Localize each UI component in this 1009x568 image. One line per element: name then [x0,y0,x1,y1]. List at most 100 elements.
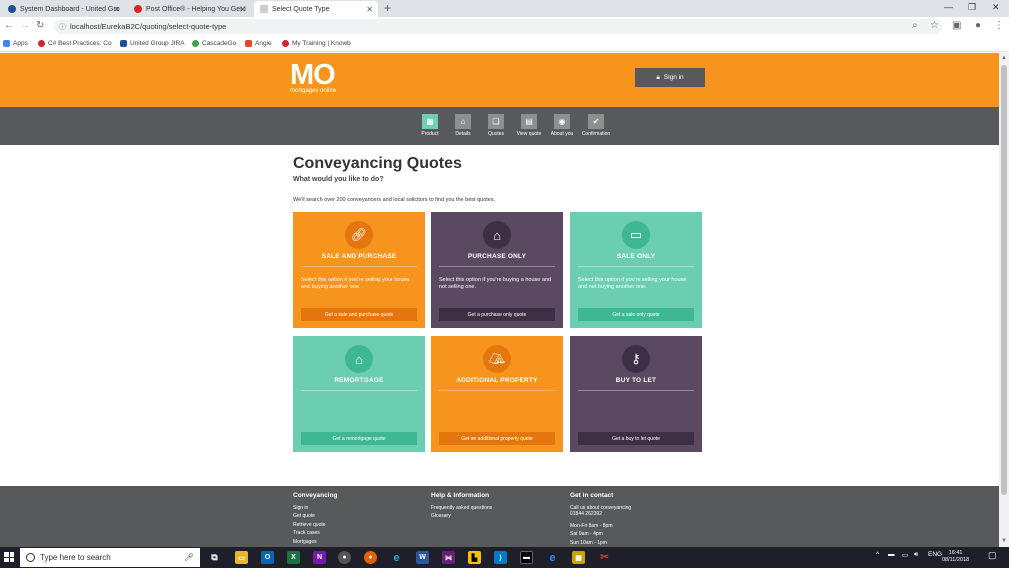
outlook-icon[interactable]: O [261,551,274,564]
language-indicator[interactable]: ENG [928,551,942,558]
bookmark-item[interactable]: CascadeGo [192,40,236,47]
site-logo[interactable]: MO mortgages online [290,61,336,95]
taskbar-clock[interactable]: 16:41 08/11/2018 [942,550,969,564]
snipping-tool-icon[interactable]: ✂ [598,551,611,564]
footer-col-conveyancing: Conveyancing Sign in Get quote Retrieve … [293,492,337,546]
bookmark-label: My Training | Knowb [292,40,351,47]
card-remortgage[interactable]: ⌂ REMORTGAGE Get a remortgage quote [293,336,425,452]
bookmark-item[interactable]: Apps [3,40,28,47]
internet-explorer-icon[interactable]: e [390,551,403,564]
step-view-quote[interactable]: ▤ View quote [514,114,544,138]
footer-link[interactable]: Mortgages [293,538,337,547]
edge-icon[interactable]: e [546,551,559,564]
footer-link[interactable]: Get quote [293,512,337,521]
get-quote-button[interactable]: Get an additional property quote [439,432,555,445]
browser-tab-strip: System Dashboard - United Gro ✕ Post Off… [0,0,1009,17]
card-sale-and-purchase[interactable]: 🔗︎ SALE AND PURCHASE Select this option … [293,212,425,328]
get-quote-button[interactable]: Get a purchase only quote [439,308,555,321]
volume-icon[interactable]: 🔊︎ [914,551,918,559]
tab-close-icon[interactable]: ✕ [113,5,120,14]
step-about-you[interactable]: ◉ About you [547,114,577,138]
browser-tab[interactable]: System Dashboard - United Gro ✕ [2,1,125,17]
footer-link[interactable]: Retrieve quote [293,521,337,530]
get-quote-button[interactable]: Get a remortgage quote [301,432,417,445]
chrome-icon[interactable]: ● [338,551,351,564]
get-quote-button[interactable]: Get a sale and purchase quote [301,308,417,321]
page-scrollbar[interactable]: ▲ ▼ [999,53,1009,547]
url-text: localhost/EurekaB2C/quoting/select-quote… [70,22,227,31]
url-field[interactable]: ⓘ localhost/EurekaB2C/quoting/select-quo… [54,19,942,34]
sign-in-button[interactable]: 🔒︎ Sign in [635,68,705,87]
taskbar-search-input[interactable]: Type here to search 🎤︎ [20,548,200,567]
step-label: Quotes [487,131,505,137]
footer-link[interactable]: Sign in [293,504,337,513]
reload-icon[interactable]: ↻ [36,20,44,31]
menu-icon[interactable]: ⋮ [994,20,1004,31]
command-prompt-icon[interactable]: ▬ [520,551,533,564]
new-tab-icon[interactable]: + [384,1,391,15]
excel-icon[interactable]: X [287,551,300,564]
bookmark-item[interactable]: My Training | Knowb [282,40,351,47]
bookmark-item[interactable]: Angie [245,40,272,47]
minimize-icon[interactable]: — [944,2,953,12]
file-explorer-icon[interactable]: ▭ [235,551,248,564]
step-product[interactable]: ▦ Product [415,114,445,138]
network-icon[interactable]: ▬ [888,551,895,558]
tab-close-icon[interactable]: ✕ [366,5,373,14]
back-icon[interactable]: ← [4,20,14,31]
sign-in-label: Sign in [663,74,684,81]
bookmark-label: C# Best Practices: Co [48,40,112,47]
microphone-icon[interactable]: 🎤︎ [184,553,194,562]
footer-link[interactable]: Frequently asked questions [431,504,492,513]
step-quotes[interactable]: ❏ Quotes [481,114,511,138]
forward-icon[interactable]: → [20,20,30,31]
browser-tab[interactable]: Post Office® - Helping You Get I ✕ [128,1,251,17]
bookmark-favicon-icon [120,40,127,47]
scroll-up-icon[interactable]: ▲ [1001,55,1007,61]
scrollbar-thumb[interactable] [1001,65,1007,495]
tab-close-icon[interactable]: ✕ [239,5,246,14]
bookmark-item[interactable]: United Group JIRA [120,40,185,47]
card-title: BUY TO LET [615,377,657,384]
document-icon: ▤ [521,114,537,129]
scroll-down-icon[interactable]: ▼ [1001,538,1007,544]
footer-link[interactable]: Glossary [431,512,492,521]
divider [439,266,555,267]
page-title: Conveyancing Quotes [293,155,462,172]
close-window-icon[interactable]: ✕ [992,2,1000,13]
vs-code-icon[interactable]: ⟩ [494,551,507,564]
bookmark-item[interactable]: C# Best Practices: Co [38,40,112,47]
extension-icon[interactable]: ▣ [952,20,961,31]
step-details[interactable]: ⌂ Details [448,114,478,138]
notification-icon[interactable]: ▢ [988,550,997,561]
firefox-icon[interactable]: ● [364,551,377,564]
app-icon[interactable]: ▦ [572,551,585,564]
zoom-icon[interactable]: ⌕ [912,20,918,31]
profile-icon[interactable]: ● [975,20,981,31]
clock-date: 08/11/2018 [942,557,970,563]
footer-link[interactable]: Track cases [293,529,337,538]
step-confirmation[interactable]: ✔ Confirmation [581,114,611,138]
task-view-icon[interactable]: ⧉ [208,551,221,564]
card-sale-only[interactable]: ▭ SALE ONLY Select this option if you're… [570,212,702,328]
card-purchase-only[interactable]: ⌂ PURCHASE ONLY Select this option if yo… [431,212,563,328]
bookmark-star-icon[interactable]: ☆ [930,20,939,31]
battery-icon[interactable]: ▭ [902,551,908,559]
get-quote-button[interactable]: Get a sale only quote [578,308,694,321]
info-icon[interactable]: ⓘ [59,22,66,32]
card-description: Select this option if you're selling you… [578,277,687,290]
tray-chevron-icon[interactable]: ^ [876,551,879,558]
tab-label: Post Office® - Helping You Get I [146,5,246,13]
restore-icon[interactable]: ❐ [968,2,976,13]
windows-start-icon[interactable] [4,552,14,562]
visual-studio-icon[interactable]: ⋈ [442,551,455,564]
sticky-app-icon[interactable]: ▙ [468,551,481,564]
browser-tab-active[interactable]: Select Quote Type ✕ [254,1,378,17]
card-additional-property[interactable]: ⛺︎ ADDITIONAL PROPERTY Get an additional… [431,336,563,452]
get-quote-button[interactable]: Get a buy to let quote [578,432,694,445]
word-icon[interactable]: W [416,551,429,564]
bookmark-favicon-icon [38,40,45,47]
step-label: View quote [516,131,542,137]
card-buy-to-let[interactable]: ⚷ BUY TO LET Get a buy to let quote [570,336,702,452]
onenote-icon[interactable]: N [313,551,326,564]
